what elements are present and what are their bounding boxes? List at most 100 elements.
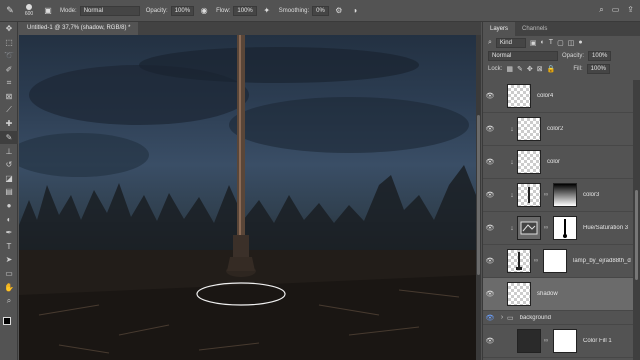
flow-field[interactable]: 100% bbox=[233, 5, 257, 16]
visibility-eye-icon[interactable]: 👁 bbox=[483, 337, 497, 345]
layer-mask-thumbnail[interactable] bbox=[543, 249, 567, 273]
layers-scrollbar-thumb[interactable] bbox=[635, 190, 638, 280]
visibility-eye-icon[interactable]: 👁 bbox=[483, 158, 497, 166]
folder-icon: ▭ bbox=[507, 314, 514, 322]
document-tab[interactable]: Untitled-1 @ 37,7% (shadow, RGB/8) * bbox=[19, 22, 139, 35]
marquee-tool-icon[interactable]: ⬚ bbox=[0, 36, 18, 50]
fill-thumbnail bbox=[517, 329, 541, 353]
filter-kind-select[interactable]: Kind bbox=[495, 37, 526, 48]
workspace-icon[interactable]: ▭ bbox=[612, 5, 620, 15]
layer-row-hue-saturation-3[interactable]: 👁 ↓ ∞ Hue/Saturation 3 bbox=[483, 212, 633, 245]
lock-label: Lock: bbox=[488, 65, 503, 72]
visibility-eye-icon[interactable]: 👁 bbox=[483, 314, 497, 322]
share-icon[interactable]: ⇪ bbox=[627, 5, 634, 15]
filter-adjustment-icon[interactable]: ◐ bbox=[541, 39, 545, 46]
visibility-eye-icon[interactable]: 👁 bbox=[483, 92, 497, 100]
brush-settings-icon[interactable]: ▣ bbox=[42, 5, 54, 17]
layer-name: Color Fill 1 bbox=[583, 338, 612, 344]
airbrush-icon[interactable]: ✦ bbox=[261, 5, 273, 17]
visibility-eye-icon[interactable]: 👁 bbox=[483, 224, 497, 232]
layer-row-color2[interactable]: 👁 ↓ color2 bbox=[483, 113, 633, 146]
eraser-tool-icon[interactable]: ◪ bbox=[0, 172, 18, 186]
smoothing-field[interactable]: 0% bbox=[312, 5, 329, 16]
brush-angle-icon[interactable]: ◑ bbox=[349, 5, 361, 17]
lasso-tool-icon[interactable]: ➰ bbox=[0, 49, 18, 63]
layer-thumbnail bbox=[507, 84, 531, 108]
visibility-eye-icon[interactable]: 👁 bbox=[483, 290, 497, 298]
canvas-image[interactable] bbox=[19, 35, 476, 360]
layer-opacity-field[interactable]: 100% bbox=[588, 50, 612, 61]
layer-mask-thumbnail[interactable] bbox=[553, 329, 577, 353]
layer-mask-thumbnail[interactable] bbox=[553, 216, 577, 240]
layer-row-color4[interactable]: 👁 color4 bbox=[483, 80, 633, 113]
eyedropper-tool-icon[interactable]: ⟋ bbox=[0, 104, 18, 118]
filter-type-icon[interactable]: T bbox=[549, 39, 553, 46]
layer-row-color3[interactable]: 👁 ↓ ∞ color3 bbox=[483, 179, 633, 212]
path-select-tool-icon[interactable]: ➤ bbox=[0, 253, 18, 267]
layer-row-color-fill-1[interactable]: 👁 ∞ Color Fill 1 bbox=[483, 325, 633, 358]
visibility-eye-icon[interactable]: 👁 bbox=[483, 125, 497, 133]
group-expand-chevron-icon[interactable]: › bbox=[497, 314, 507, 321]
link-chain-icon[interactable]: ∞ bbox=[533, 258, 539, 264]
layer-name: color bbox=[547, 159, 561, 165]
shape-tool-icon[interactable]: ▭ bbox=[0, 267, 18, 281]
search-icon[interactable]: ⌕ bbox=[599, 5, 603, 15]
type-tool-icon[interactable]: T bbox=[0, 240, 18, 254]
layer-row-lamp[interactable]: 👁 ∞ lamp_by_ejrad88th_d bbox=[483, 245, 633, 278]
quick-select-tool-icon[interactable]: ✐ bbox=[0, 63, 18, 77]
tab-layers[interactable]: Layers bbox=[483, 22, 516, 36]
gradient-tool-icon[interactable]: ▤ bbox=[0, 185, 18, 199]
layer-name: background bbox=[519, 314, 551, 321]
pen-tool-icon[interactable]: ✒ bbox=[0, 226, 18, 240]
frame-tool-icon[interactable]: ⊠ bbox=[0, 90, 18, 104]
link-chain-icon[interactable]: ∞ bbox=[543, 192, 549, 198]
layer-group-background[interactable]: 👁 › ▭ background bbox=[483, 311, 633, 325]
filter-pixel-icon[interactable]: ▣ bbox=[530, 39, 537, 47]
lock-fill-row: Lock: ▦ ✎ ✥ ⊠ 🔒 Fill: 100% bbox=[483, 62, 640, 75]
healing-brush-tool-icon[interactable]: ✚ bbox=[0, 117, 18, 131]
link-chain-icon[interactable]: ∞ bbox=[543, 225, 549, 231]
options-bar-right: ⌕ ▭ ⇪ bbox=[599, 5, 634, 15]
tab-channels[interactable]: Channels bbox=[515, 22, 554, 36]
foreground-color-swatch[interactable] bbox=[3, 317, 11, 325]
link-chain-icon[interactable]: ∞ bbox=[543, 338, 549, 344]
filter-toggle-icon[interactable]: ● bbox=[578, 39, 582, 46]
history-brush-tool-icon[interactable]: ↺ bbox=[0, 158, 18, 172]
filter-smart-object-icon[interactable]: ◫ bbox=[568, 39, 575, 47]
smoothing-settings-icon[interactable]: ⚙ bbox=[333, 5, 345, 17]
layer-name: Hue/Saturation 3 bbox=[583, 225, 629, 231]
canvas-vertical-scrollbar[interactable] bbox=[476, 35, 481, 360]
lock-transparent-icon[interactable]: ▦ bbox=[506, 65, 513, 73]
canvas-area[interactable] bbox=[19, 35, 481, 360]
layer-thumbnail bbox=[517, 117, 541, 141]
layer-mask-thumbnail[interactable] bbox=[553, 183, 577, 207]
hand-tool-icon[interactable]: ✋ bbox=[0, 280, 18, 294]
filter-shape-icon[interactable]: ▢ bbox=[557, 39, 564, 47]
brush-size-picker[interactable]: 600 bbox=[20, 4, 38, 17]
zoom-tool-icon[interactable]: ⌕ bbox=[0, 294, 18, 308]
fill-field[interactable]: 100% bbox=[586, 63, 611, 74]
brush-tool-icon[interactable]: ✎ bbox=[0, 0, 20, 22]
move-tool-icon[interactable]: ✥ bbox=[0, 22, 18, 36]
opacity-field[interactable]: 100% bbox=[170, 5, 195, 16]
clipping-mask-icon: ↓ bbox=[510, 224, 514, 232]
layers-scrollbar[interactable] bbox=[633, 80, 640, 360]
mode-select[interactable]: Normal bbox=[79, 5, 140, 16]
layer-row-shadow[interactable]: 👁 shadow bbox=[483, 278, 633, 311]
lock-pixels-icon[interactable]: ✎ bbox=[517, 65, 523, 73]
lock-artboard-icon[interactable]: ⊠ bbox=[537, 65, 543, 73]
layer-row-color[interactable]: 👁 ↓ color bbox=[483, 146, 633, 179]
dodge-tool-icon[interactable]: ◐ bbox=[0, 212, 18, 226]
visibility-eye-icon[interactable]: 👁 bbox=[483, 257, 497, 265]
layer-name: color4 bbox=[537, 93, 554, 99]
blend-mode-select[interactable]: Normal bbox=[488, 50, 558, 61]
pressure-opacity-icon[interactable]: ◉ bbox=[198, 5, 210, 17]
brush-tool-selected-icon[interactable]: ✎ bbox=[0, 130, 18, 145]
visibility-eye-icon[interactable]: 👁 bbox=[483, 191, 497, 199]
clone-stamp-tool-icon[interactable]: ⊥ bbox=[0, 144, 18, 158]
crop-tool-icon[interactable]: ⌗ bbox=[0, 76, 18, 90]
canvas-scrollbar-thumb[interactable] bbox=[477, 115, 480, 275]
lock-position-icon[interactable]: ✥ bbox=[527, 65, 533, 73]
blur-tool-icon[interactable]: ● bbox=[0, 199, 18, 213]
lock-all-icon[interactable]: 🔒 bbox=[547, 65, 556, 73]
